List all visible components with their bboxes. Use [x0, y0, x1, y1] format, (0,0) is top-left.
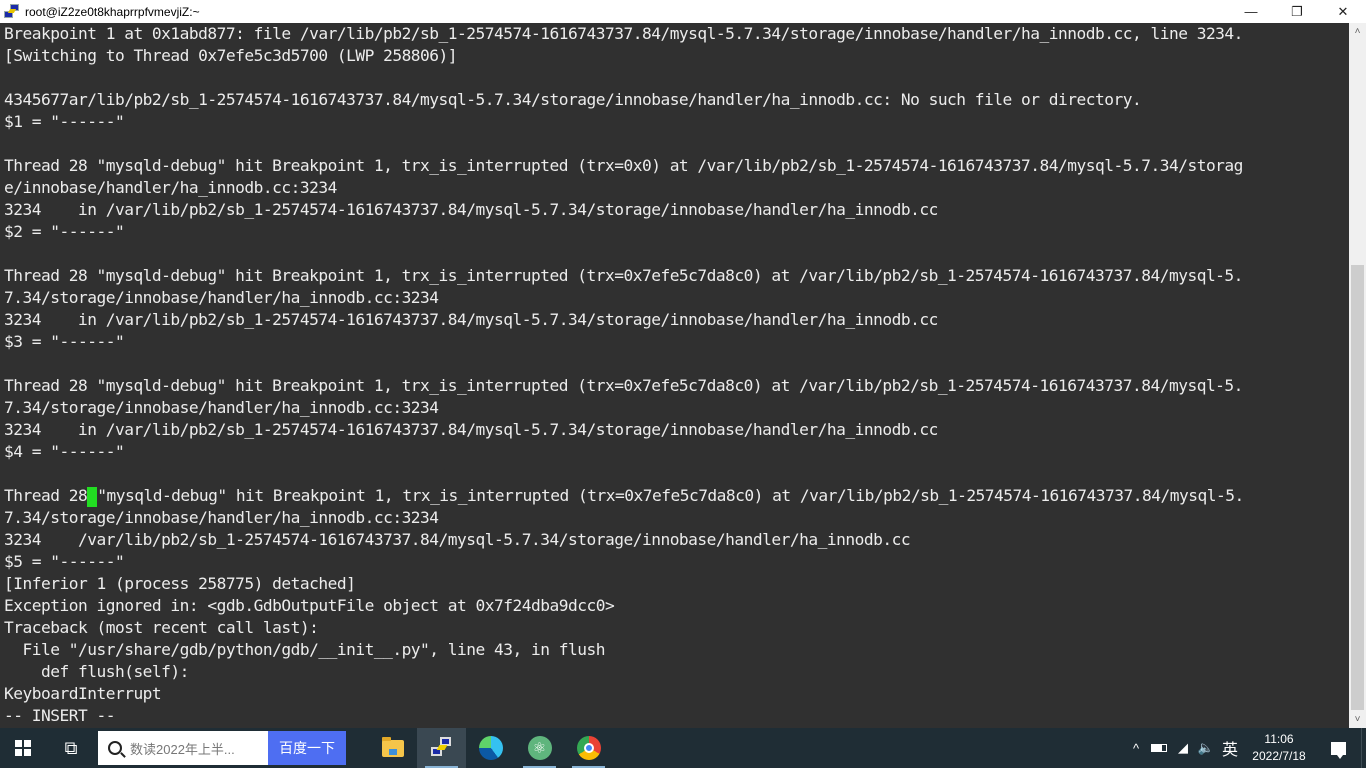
terminal-line: Traceback (most recent call last): [4, 618, 319, 637]
taskbar-app-edge[interactable] [466, 728, 515, 768]
system-tray: ^ ◢ 🔈 英 11:06 2022/7/18 [1125, 728, 1366, 768]
putty-app-icon [4, 3, 20, 20]
terminal-line: $5 = "------" [4, 552, 125, 571]
cursor-line-before: Thread 28 [4, 486, 88, 505]
terminal-line: def flush(self): [4, 662, 189, 681]
taskbar-clock[interactable]: 11:06 2022/7/18 [1243, 728, 1315, 768]
taskbar-app-file-explorer[interactable] [368, 728, 417, 768]
baidu-search-button[interactable]: 百度一下 [268, 731, 346, 765]
windows-logo-icon [15, 740, 31, 756]
cursor-line-after: "mysqld-debug" hit Breakpoint 1, trx_is_… [97, 486, 1244, 505]
terminal-scrollbar[interactable]: ˄ ˅ [1349, 23, 1366, 728]
terminal-line: e/innobase/handler/ha_innodb.cc:3234 [4, 178, 337, 197]
terminal-line: [Inferior 1 (process 258775) detached] [4, 574, 356, 593]
wifi-icon[interactable]: ◢ [1171, 728, 1195, 768]
terminal-line: Breakpoint 1 at 0x1abd877: file /var/lib… [4, 24, 1243, 43]
task-view-icon: ⧉ [64, 737, 78, 758]
terminal-line: Exception ignored in: <gdb.GdbOutputFile… [4, 596, 615, 615]
putty-icon [430, 737, 453, 759]
edge-icon [478, 736, 503, 760]
notification-icon [1330, 741, 1346, 759]
terminal-line: $2 = "------" [4, 222, 125, 241]
clock-date: 2022/7/18 [1252, 749, 1306, 763]
terminal-cursor-line: Thread 28 "mysqld-debug" hit Breakpoint 1… [0, 485, 1349, 507]
scroll-down-arrow-icon[interactable]: ˅ [1349, 711, 1366, 728]
show-hidden-icons-button[interactable]: ^ [1125, 728, 1147, 768]
task-view-button[interactable]: ⧉ [46, 728, 96, 768]
terminal-line: 7.34/storage/innobase/handler/ha_innodb.… [4, 288, 439, 307]
folder-icon [381, 736, 404, 757]
terminal-line: 3234 /var/lib/pb2/sb_1-2574574-161674373… [4, 530, 911, 549]
scrollbar-thumb[interactable] [1351, 265, 1364, 710]
clock-time: 11:06 [1264, 732, 1294, 746]
terminal-output[interactable]: Breakpoint 1 at 0x1abd877: file /var/lib… [0, 23, 1349, 728]
terminal-line: 3234 in /var/lib/pb2/sb_1-2574574-161674… [4, 200, 938, 219]
chrome-icon [576, 736, 601, 760]
window-title: root@iZ2ze0t8khaprrpfvmevjiZ:~ [25, 4, 200, 19]
terminal-line: $3 = "------" [4, 332, 125, 351]
terminal-line: Thread 28 "mysqld-debug" hit Breakpoint … [4, 376, 1243, 395]
terminal-line: 7.34/storage/innobase/handler/ha_innodb.… [4, 508, 439, 527]
action-center-button[interactable] [1315, 728, 1361, 768]
terminal-line: 3234 in /var/lib/pb2/sb_1-2574574-161674… [4, 310, 938, 329]
show-desktop-button[interactable] [1361, 728, 1366, 768]
maximize-button[interactable]: ❐ [1274, 0, 1320, 23]
terminal-line: [Switching to Thread 0x7efe5c3d5700 (LWP… [4, 46, 458, 65]
volume-icon[interactable]: 🔈 [1195, 728, 1217, 768]
minimize-button[interactable]: — [1228, 0, 1274, 23]
taskbar: ⧉ 数读2022年上半... 百度一下 ⚛ ^ ◢ 🔈 英 11:06 2022… [0, 728, 1366, 768]
atom-icon: ⚛ [527, 736, 552, 760]
terminal-line: File "/usr/share/gdb/python/gdb/__init__… [4, 640, 605, 659]
battery-icon[interactable] [1147, 728, 1171, 768]
scroll-up-arrow-icon[interactable]: ˄ [1349, 23, 1366, 40]
terminal-line: 4345677ar/lib/pb2/sb_1-2574574-161674373… [4, 90, 1142, 109]
terminal-line: KeyboardInterrupt [4, 684, 162, 703]
taskbar-app-atom[interactable]: ⚛ [515, 728, 564, 768]
vim-mode-indicator: -- INSERT -- [4, 706, 115, 725]
terminal-line: $1 = "------" [4, 112, 125, 131]
taskbar-search-input[interactable]: 数读2022年上半... [98, 731, 268, 765]
terminal-line: Thread 28 "mysqld-debug" hit Breakpoint … [4, 266, 1243, 285]
taskbar-app-chrome[interactable] [564, 728, 613, 768]
terminal-line: $4 = "------" [4, 442, 125, 461]
search-icon [108, 741, 122, 755]
terminal-line: 7.34/storage/innobase/handler/ha_innodb.… [4, 398, 439, 417]
taskbar-app-putty[interactable] [417, 728, 466, 768]
window-controls: — ❐ ✕ [1228, 0, 1366, 23]
window-titlebar[interactable]: root@iZ2ze0t8khaprrpfvmevjiZ:~ — ❐ ✕ [0, 0, 1366, 23]
search-placeholder: 数读2022年上半... [130, 741, 235, 757]
close-button[interactable]: ✕ [1320, 0, 1366, 23]
start-button[interactable] [0, 728, 46, 768]
terminal-line: Thread 28 "mysqld-debug" hit Breakpoint … [4, 156, 1243, 175]
ime-language-indicator[interactable]: 英 [1217, 728, 1243, 768]
text-cursor [87, 486, 98, 507]
terminal-line: 3234 in /var/lib/pb2/sb_1-2574574-161674… [4, 420, 938, 439]
